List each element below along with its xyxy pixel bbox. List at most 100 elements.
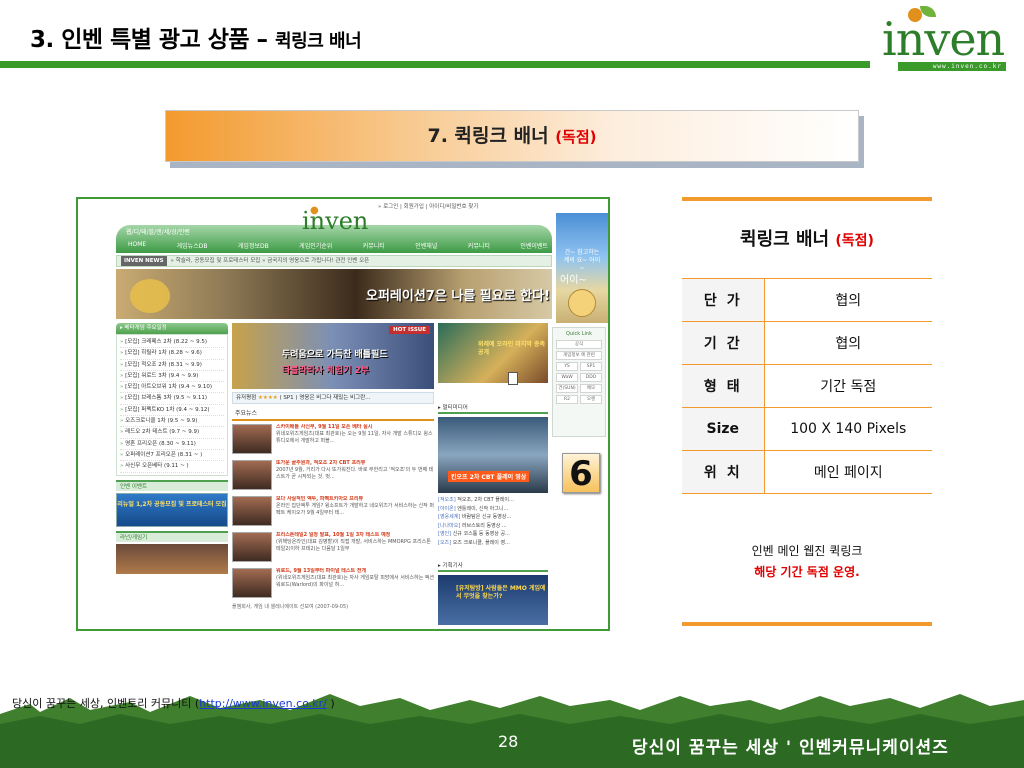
news-text: 워로드, 9월 13일부터 파이널 테스트 전개 (위네오위즈게임즈(대표 최관호… xyxy=(276,568,434,588)
nav-item: 인벤이벤트 xyxy=(520,243,548,250)
rating-stars: ★★★★ xyxy=(258,395,278,401)
list-item: [영웅세계] 바람탐은 신규 동영상... xyxy=(438,514,512,520)
product-tag: (독점) xyxy=(555,128,597,146)
nav-item: 게임뉴스DB xyxy=(176,243,208,250)
quick-link-item: DDO xyxy=(580,373,602,382)
multimedia-head: ▸ 멀티미디어 xyxy=(438,403,548,414)
nav-item: 게임인기순위 xyxy=(299,243,333,250)
list-item: 영혼 프리오픈 (8.30 ~ 9.11) xyxy=(120,439,224,450)
news-last: 플챔회사, 게임 내 셀레니에이트 선보여 (2007-09-05) xyxy=(232,604,349,610)
news-item: 보다 사실적인 액투, 파펙트키아오 프리뷰 온라인 집단액투 게임? 윙소프트가… xyxy=(232,496,434,529)
hero-badge xyxy=(130,279,170,313)
news-head: 주요뉴스 xyxy=(232,409,434,421)
ticker-label: INVEN NEWS xyxy=(121,256,167,266)
slide-title-sub: 퀵링크 배너 xyxy=(275,31,362,52)
table-row: 위치 메인 페이지 xyxy=(682,450,932,494)
game-head: 라넌/게임기 xyxy=(116,530,228,542)
list-item: [모집] 워로드 3차 (9.4 ~ 9.9) xyxy=(120,371,224,383)
spec-note: 해당 기간 독점 운영. xyxy=(754,565,860,579)
ad-text-2: 어이~ xyxy=(560,275,587,286)
spec-bottom-rule xyxy=(682,622,932,626)
spec-description: 인벤 메인 웹진 퀵링크 xyxy=(751,544,863,558)
video-list: [적오조] 적오조, 2차 CBT 플레이... [아이온] 엔틀레이, 신작 … xyxy=(438,496,548,547)
rabbit-icon xyxy=(568,289,596,317)
rating-text: ( SP1 ) 영웅은 비그다 재밌는 비그란... xyxy=(279,395,371,401)
news-text: 프리스톤테일2 일정 발표, 10월 1일 3차 테스트 예정 (위해당온라인(대… xyxy=(276,532,431,552)
sidebar-head: ▸ 베타게임 주요일정 xyxy=(116,323,228,334)
news-thumb xyxy=(232,460,272,490)
list-item: [나나마오] 러브스토리 동영상 ... xyxy=(438,522,507,529)
list-item: 사신무 오픈베타 (9.11 ~ ) xyxy=(120,461,224,473)
mini-inven-logo: ● inven xyxy=(302,205,369,235)
list-item: [아이온] 엔틀레이, 신작 아그니... xyxy=(438,505,509,512)
list-item: 오퍼레이션7 프리오픈 (8.31 ~ ) xyxy=(120,450,224,462)
quick-link-title: Quick Link xyxy=(566,331,592,337)
quick-link-item: 건(SUN) xyxy=(556,384,578,393)
spec-title: 퀵링크 배너 (독점) xyxy=(682,225,932,251)
slide-title-main: 3. 인벤 특별 광고 상품 – xyxy=(30,27,268,53)
spec-value: 100 X 140 Pixels xyxy=(764,407,932,451)
video-label: 킨오프 2차 CBT 플레이 영상 xyxy=(448,471,530,482)
hot-issue-banner: HOT ISSUE 두려움으로 가득찬 배틀필드 타블라라사 체험기 2부 xyxy=(232,323,434,389)
position-number-badge: 6 xyxy=(562,453,600,494)
list-item: [모집] 히릴라 1차 (8.28 ~ 9.6) xyxy=(120,348,224,360)
list-item: [오즈] 오즈 크로니클, 플레이 영... xyxy=(438,539,510,546)
quicklink-banner-ad: 간~ 참고하는 계의 요~ 어이~ 어이~ xyxy=(556,213,608,323)
nav-item: 인벤채널 xyxy=(415,243,438,250)
ad-text: 간~ 참고하는 계의 요~ 어이~ xyxy=(563,249,601,272)
product-title: 7. 퀵링크 배너 (독점) xyxy=(166,111,858,162)
news-thumb xyxy=(232,532,272,562)
list-item: [적오조] 적오조, 2차 CBT 플레이... xyxy=(438,497,514,503)
hero-text: 오퍼레이션7은 나를 필요로 한다! xyxy=(366,289,551,304)
list-item: 오즈크로니클 1차 (9.5 ~ 9.9) xyxy=(120,416,224,428)
quick-link-box: Quick Link 공식 게임정보 에 관련 YS SP1 WaW DDO 건… xyxy=(552,327,606,437)
news-thumb xyxy=(232,496,272,526)
footer-slogan: 당신이 꿈꾸는 세상 ' 인벤커뮤니케이션즈 xyxy=(632,738,949,758)
ticker-text: » 학슬라, 공동모집 및 프로테스터 모집 » 금국지의 영웅으로 가립니다!… xyxy=(170,258,370,264)
user-rating: 유저평점 ★★★★ ( SP1 ) 영웅은 비그다 재밌는 비그란... xyxy=(232,392,434,404)
spec-value: 협의 xyxy=(764,278,932,322)
list-item: [모집] 아트오브워 1차 (9.4 ~ 9.10) xyxy=(120,382,224,394)
spec-key: Size xyxy=(682,407,765,451)
nav-menu: HOME 게임뉴스DB 게임정보DB 게임인기순위 커뮤니티 인벤채널 커뮤니티… xyxy=(128,241,548,250)
cursor-icon xyxy=(508,372,518,385)
news-item: 또가운 골주원과, 적오조 2차 CBT 프리뷰 2007년 9월, 거리가 다시… xyxy=(232,460,434,493)
video-thumb: 킨오프 2차 CBT 플레이 영상 xyxy=(438,417,548,493)
hot-issue-line2: 타블라라사 체험기 2부 xyxy=(282,366,370,376)
hot-issue-tag: HOT ISSUE xyxy=(389,326,430,334)
slide-title: 3. 인벤 특별 광고 상품 – 퀵링크 배너 xyxy=(30,20,362,54)
right-column: 위레에 오라인 마지막 종족 공개 ▸ 멀티미디어 킨오프 2차 CBT 플레이… xyxy=(438,323,548,629)
news-item: 워로드, 9월 13일부터 파이널 테스트 전개 (위네오위즈게임즈(대표 최관호… xyxy=(232,568,434,601)
quick-link-item: 공식 xyxy=(556,340,602,349)
spec-value: 메인 페이지 xyxy=(764,450,932,494)
logo-text: inven xyxy=(882,12,1005,66)
news-ticker: INVEN NEWS» 학슬라, 공동모집 및 프로테스터 모집 » 금국지의 … xyxy=(116,255,552,267)
news-text: 또가운 골주원과, 적오조 2차 CBT 프리뷰 2007년 9월, 거리가 다시… xyxy=(276,460,434,480)
inven-link[interactable]: http://www.inven.co.kr/ xyxy=(199,697,327,710)
nav-breadcrumb: 웹/디/돼/블/앤/세/상/인벤 xyxy=(126,229,190,236)
hero-banner: 오퍼레이션7은 나를 필요로 한다! xyxy=(116,269,552,319)
product-title-bar: 7. 퀵링크 배너 (독점) xyxy=(165,110,859,162)
spec-key: 기간 xyxy=(682,321,765,365)
table-row: 기간 협의 xyxy=(682,321,932,365)
product-label: 7. 퀵링크 배너 xyxy=(427,125,549,147)
nav-item: 커뮤니티 xyxy=(362,243,385,250)
nav-item: 게임정보DB xyxy=(237,243,269,250)
spec-key: 형태 xyxy=(682,364,765,408)
hot-issue-line1: 두려움으로 가득찬 배틀필드 xyxy=(282,350,388,360)
table-row: 단가 협의 xyxy=(682,278,932,322)
logo-url: www.inven.co.kr xyxy=(898,62,1006,71)
header-rule xyxy=(0,61,870,68)
spec-key: 위치 xyxy=(682,450,765,494)
spec-table: 단가 협의 기간 협의 형태 기간 독점 Size 100 X 140 Pixe… xyxy=(682,278,932,494)
page-number: 28 xyxy=(498,732,519,751)
inven-main-screenshot: » 로그인 | 회원가입 | 아이디/비밀번호 찾기 웹/디/돼/블/앤/세/상… xyxy=(76,197,610,631)
news-thumb xyxy=(232,424,272,454)
list-item: [모집] 브레스톰 3차 (9.5 ~ 9.11) xyxy=(120,393,224,405)
quick-link-item: 게임정보 에 관련 xyxy=(556,351,602,360)
nav-item: HOME xyxy=(128,241,147,248)
spec-value: 협의 xyxy=(764,321,932,365)
quick-link-item: 오렌 xyxy=(580,395,602,404)
feature-article-head: ▸ 기획기사 xyxy=(438,561,548,572)
feature-image: 위레에 오라인 마지막 종족 공개 xyxy=(438,323,548,383)
